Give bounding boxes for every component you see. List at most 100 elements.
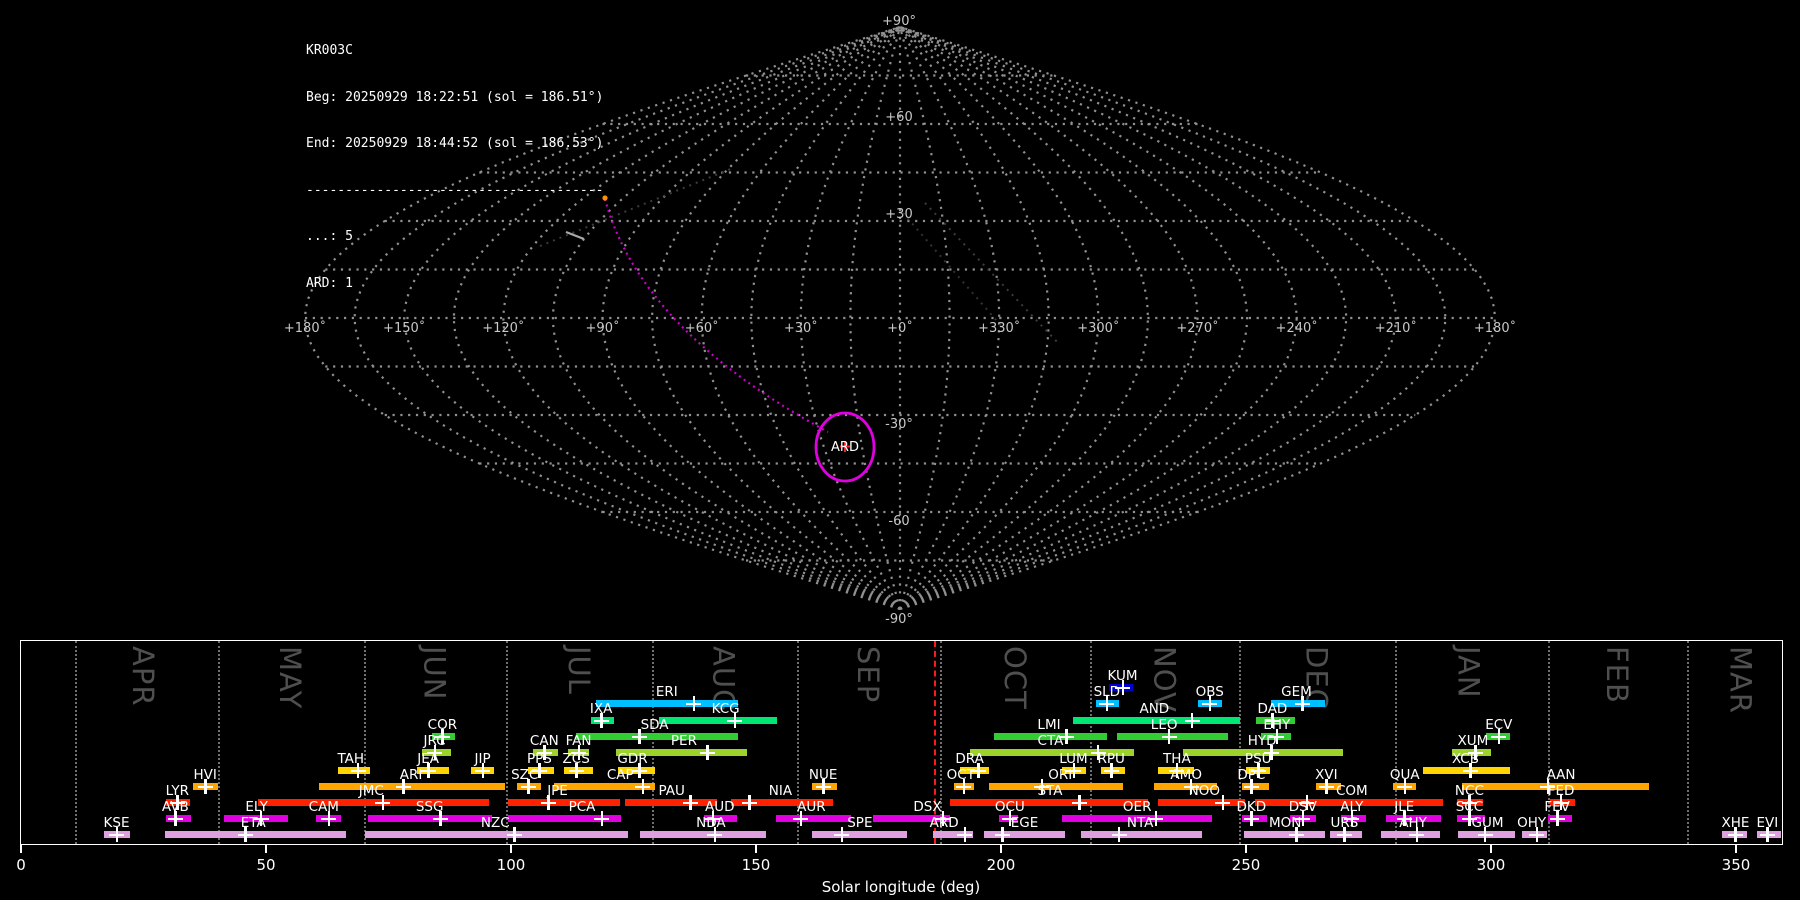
peak-marker-obs <box>1202 696 1218 711</box>
peak-marker-spe <box>834 827 850 842</box>
shower-bar-nda <box>639 831 767 838</box>
peak-marker-ahy <box>1409 827 1424 842</box>
peak-marker-nda <box>707 827 723 842</box>
peak-marker-nue <box>815 779 831 794</box>
peak-marker-fev <box>1549 811 1565 826</box>
axis-tick-label: 100 <box>496 856 526 874</box>
peak-marker-kcg <box>727 713 743 728</box>
shower-bar-spe <box>811 831 907 838</box>
month-divider <box>651 641 654 844</box>
axis-tick <box>1000 845 1002 853</box>
shower-label-pca: PCA <box>568 799 596 815</box>
axis-tick-label: 300 <box>1476 856 1506 874</box>
month-divider <box>364 641 367 844</box>
lon-label: +330˚ <box>978 320 1020 336</box>
peak-marker-tah <box>350 763 366 778</box>
shower-bar-sta <box>950 799 1149 806</box>
lon-label: +180˚ <box>284 320 326 336</box>
lat-label: +90° <box>882 14 916 29</box>
peak-marker-and <box>1184 713 1200 728</box>
month-label-jun: JUN <box>417 646 452 701</box>
shower-label-lmi: LMI <box>1037 717 1061 733</box>
shower-label-ege: EGE <box>1010 815 1039 831</box>
shower-bar-jpe <box>508 799 621 806</box>
separator-line: -------------------------------------- <box>306 182 604 198</box>
shower-label-nzc: NZC <box>480 815 510 831</box>
peak-marker-dpc <box>1243 779 1259 794</box>
peak-marker-ohy <box>1529 827 1545 842</box>
peak-marker-qua <box>1397 779 1413 794</box>
month-divider <box>1686 641 1689 844</box>
peak-marker-gdr <box>631 763 647 778</box>
peak-marker-ixa <box>593 713 609 728</box>
lon-label: +60˚ <box>685 320 719 336</box>
lon-label: +120˚ <box>482 320 524 336</box>
lon-label: +180˚ <box>1474 320 1516 336</box>
peak-marker-ari <box>395 779 411 794</box>
shower-bar-eta <box>165 831 346 838</box>
grid-meridian <box>899 26 1298 610</box>
axis-tick <box>510 845 512 853</box>
shower-label-eri: ERI <box>655 684 678 700</box>
shower-bar-sda <box>575 733 738 740</box>
lon-label: +210˚ <box>1375 320 1417 336</box>
axis-tick-label: 150 <box>741 856 771 874</box>
month-divider <box>1090 641 1093 844</box>
shower-label-and: AND <box>1139 701 1170 717</box>
lon-label: +270˚ <box>1176 320 1218 336</box>
axis-tick <box>1245 845 1247 853</box>
month-divider <box>74 641 77 844</box>
lon-label: +300˚ <box>1077 320 1119 336</box>
peak-marker-oct <box>956 779 972 794</box>
peak-marker-pau <box>682 795 698 810</box>
shower-label-nta: NTA <box>1126 815 1154 831</box>
shower-bar-noo <box>1157 799 1245 806</box>
peak-marker-eta <box>237 827 253 842</box>
ard-count: ARD: 1 <box>306 275 353 291</box>
lon-label: +240˚ <box>1276 320 1318 336</box>
lon-label: +90˚ <box>586 320 620 336</box>
axis-tick-label: 200 <box>986 856 1016 874</box>
lat-label: -30° <box>885 417 913 432</box>
shower-bar-jmc <box>257 799 490 806</box>
shower-label-ori: ORI <box>1048 767 1073 783</box>
unclassified-count: ...: 5 <box>306 229 353 244</box>
peak-marker-kse <box>109 827 125 842</box>
peak-marker-jea <box>420 763 436 778</box>
month-label-may: MAY <box>273 646 307 710</box>
shower-label-oer: OER <box>1122 799 1152 815</box>
peak-marker-ard <box>957 827 973 842</box>
axis-tick <box>1490 845 1492 853</box>
peak-marker-noo <box>1215 795 1231 810</box>
x-axis-title: Solar longitude (deg) <box>821 878 981 896</box>
shower-label-spe: SPE <box>847 815 873 831</box>
peak-marker-jmc <box>375 795 391 810</box>
peak-marker-per <box>699 745 715 760</box>
month-label-sep: SEP <box>851 646 886 704</box>
lon-label: +150˚ <box>383 320 425 336</box>
peak-marker-urs <box>1336 827 1352 842</box>
peak-marker-szc <box>520 779 536 794</box>
shower-label-cap: CAP <box>606 767 634 783</box>
session-begin: Beg: 20250929 18:22:51 (sol = 186.51°) <box>306 89 604 105</box>
lat-label: -90° <box>885 612 913 627</box>
shower-label-per: PER <box>670 733 697 749</box>
month-label-oct: OCT <box>998 646 1033 710</box>
lat-label: +60 <box>885 110 912 125</box>
shower-bar-aur <box>776 815 852 822</box>
peak-marker-mon <box>1288 827 1304 842</box>
peak-marker-zcs <box>568 763 584 778</box>
peak-marker-sta <box>1071 795 1087 810</box>
camera-id: KR003C <box>306 43 353 58</box>
sky-map-projection: +180˚ +150˚ +120˚ +90˚ +60˚ +30˚ +0˚ +330˚ +300˚… <box>284 14 1516 627</box>
peak-marker-dkd <box>1243 811 1259 826</box>
axis-tick-label: 250 <box>1231 856 1261 874</box>
peak-marker-cam <box>321 811 337 826</box>
peak-marker-eri <box>686 696 702 711</box>
month-divider <box>217 641 220 844</box>
shower-label-nia: NIA <box>768 783 793 799</box>
month-label-feb: FEB <box>1599 646 1634 704</box>
peak-marker-sda <box>631 729 647 744</box>
peak-marker-xcb <box>1462 763 1478 778</box>
peak-marker-aur <box>793 811 809 826</box>
